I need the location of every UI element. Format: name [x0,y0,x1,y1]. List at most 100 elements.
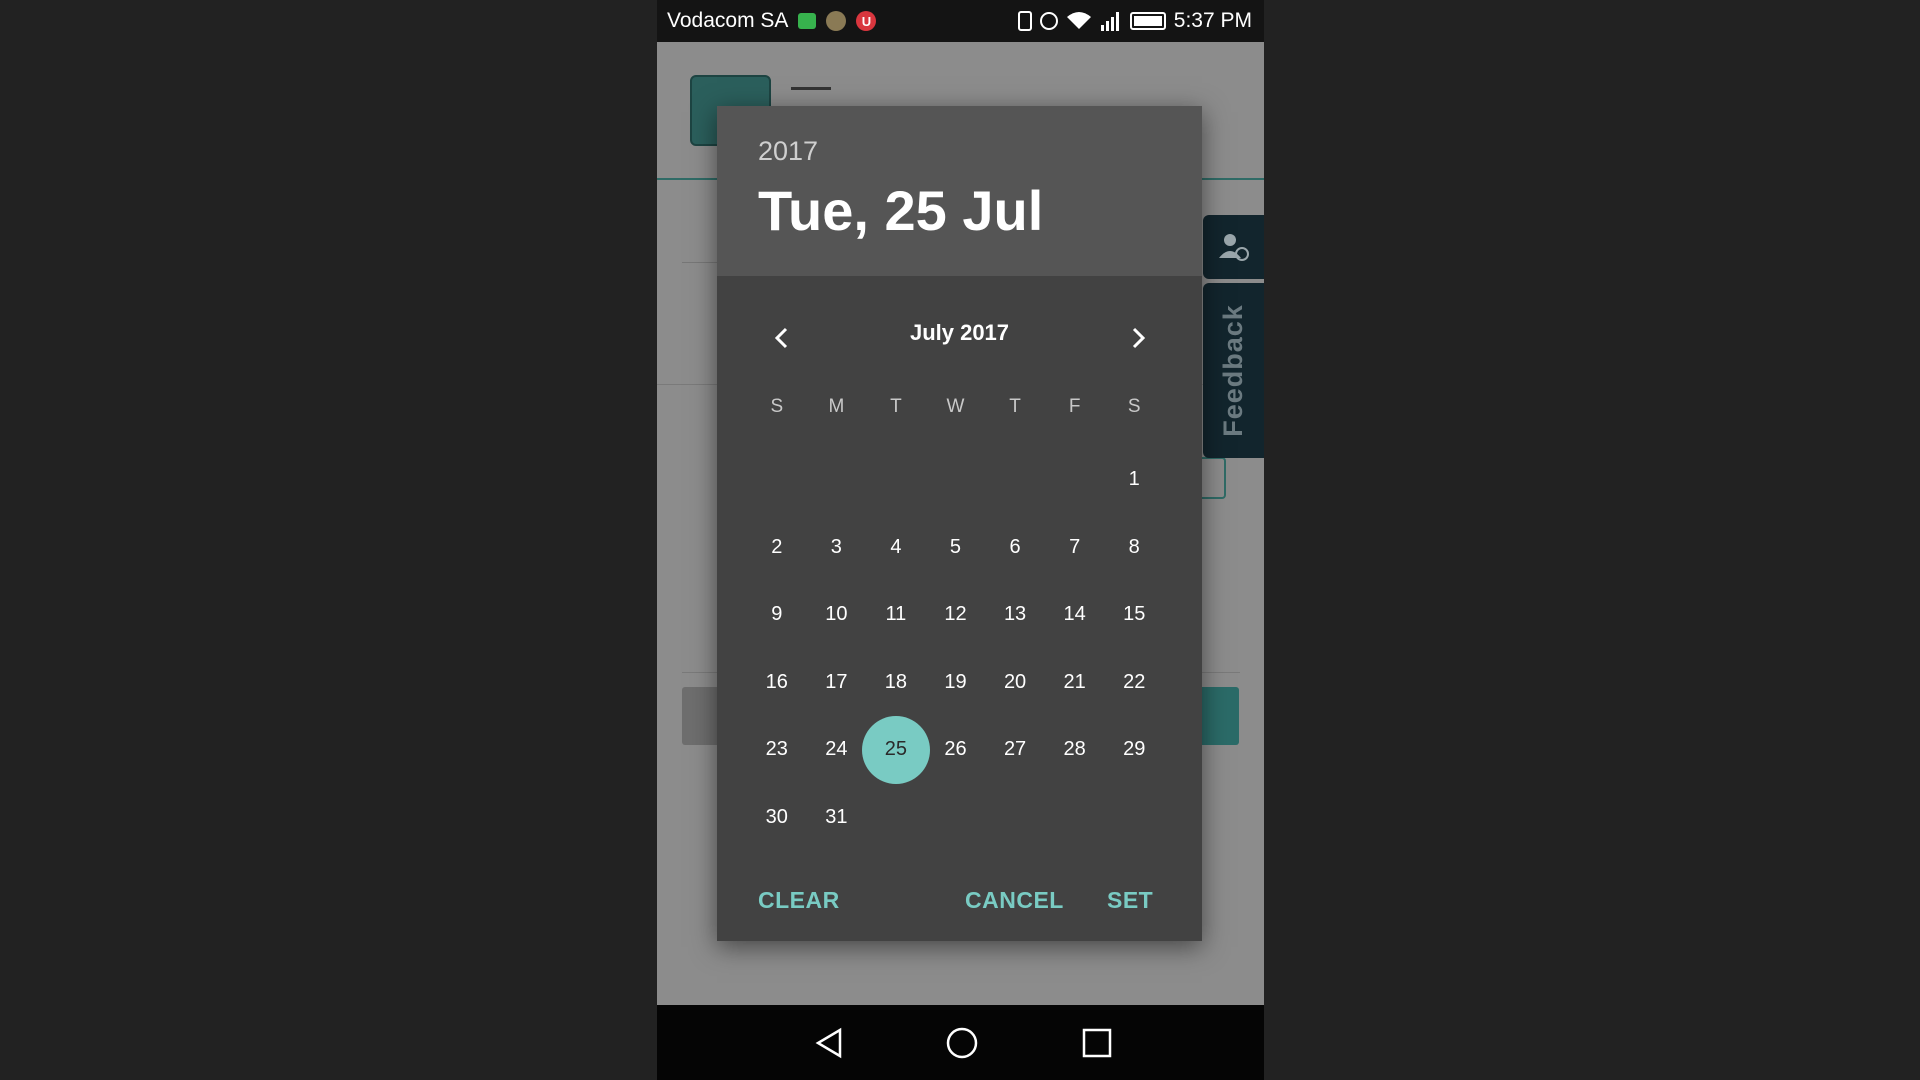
home-button[interactable] [940,1021,984,1065]
calendar-day[interactable]: 23 [747,716,807,784]
status-left: Vodacom SA U [667,0,877,42]
date-picker-dialog: 2017 Tue, 25 Jul July 2017 S M T W T F S… [717,106,1202,941]
calendar-day-empty [985,446,1045,514]
calendar-day[interactable]: 12 [926,581,986,649]
calendar-day-number: 16 [765,670,788,693]
calendar-day-number: 30 [765,805,788,828]
weekday-header: S M T W T F S [747,396,1164,430]
calendar-day-selected[interactable]: 25 [866,716,926,784]
calendar-day[interactable]: 2 [747,514,807,582]
calendar-day[interactable]: 20 [985,649,1045,717]
calendar-day[interactable]: 15 [1104,581,1164,649]
back-triangle-icon [815,1027,842,1059]
weekday-label: S [770,396,784,417]
status-right: 5:37 PM [1017,0,1252,42]
date-picker-header: 2017 Tue, 25 Jul [717,106,1202,276]
calendar-day[interactable]: 3 [807,514,867,582]
status-bar: Vodacom SA U 5:37 PM [657,0,1264,42]
calendar-day-empty [747,446,807,514]
calendar-day-empty [807,446,867,514]
alarm-icon [1039,12,1058,30]
calendar-day-number: 13 [1003,603,1027,626]
calendar-day-number: 20 [1003,670,1027,693]
weekday-label: T [1009,396,1021,417]
feedback-tab[interactable]: Feedback [1203,283,1264,458]
calendar-day-number: 1 [1128,468,1140,491]
set-button[interactable]: SET [1107,876,1153,924]
year-label[interactable]: 2017 [758,136,818,167]
calendar-day[interactable]: 27 [985,716,1045,784]
calendar-day[interactable]: 17 [807,649,867,717]
weekday-label: T [890,396,902,417]
cancel-button[interactable]: CANCEL [965,876,1064,924]
calendar-day[interactable]: 26 [926,716,986,784]
calendar-day-number: 8 [1128,535,1140,558]
calendar-day[interactable]: 4 [866,514,926,582]
back-button[interactable] [807,1021,851,1065]
calendar-day[interactable]: 18 [866,649,926,717]
calendar-day[interactable]: 10 [807,581,867,649]
calendar-day[interactable]: 30 [747,784,807,852]
calendar-day[interactable]: 1 [1104,446,1164,514]
background-button-left [682,687,722,745]
calendar-day[interactable]: 14 [1045,581,1105,649]
calendar-day-number: 19 [944,670,967,693]
calendar-day[interactable]: 24 [807,716,867,784]
weekday-label: S [1127,396,1141,417]
calendar-day-number: 15 [1123,603,1146,626]
calendar-day[interactable]: 16 [747,649,807,717]
user-sync-button[interactable] [1203,215,1264,279]
calendar-day[interactable]: 13 [985,581,1045,649]
calendar-day-number: 22 [1123,670,1146,693]
divider [682,262,722,263]
recents-square-icon [1082,1028,1112,1058]
calendar-day-number: 23 [765,738,788,761]
calendar-days-grid: 1 2 3 4 5 6 7 8 9 10 11 12 13 14 15 16 17 18 19 20 21 22 23 24 2… [747,446,1164,851]
calendar-day[interactable]: 6 [985,514,1045,582]
calendar-day[interactable]: 19 [926,649,986,717]
weekday-label: F [1068,396,1081,417]
calendar-day-number: 7 [1069,535,1081,558]
calendar-day-number: 29 [1123,738,1146,761]
calendar-day[interactable]: 22 [1104,649,1164,717]
wifi-icon [1066,11,1092,31]
calendar-day[interactable]: 9 [747,581,807,649]
calendar-day[interactable]: 8 [1104,514,1164,582]
calendar-day-number: 24 [825,738,848,761]
calendar-day[interactable]: 31 [807,784,867,852]
chat-icon [798,13,817,29]
calendar-day-number: 6 [1009,535,1021,558]
calendar-day[interactable]: 7 [1045,514,1105,582]
dialog-actions: CLEAR CANCEL SET [717,876,1202,924]
calendar-day-number: 10 [825,603,848,626]
clear-button[interactable]: CLEAR [758,876,840,924]
android-nav-bar [657,1005,1264,1080]
calendar-day[interactable]: 5 [926,514,986,582]
calendar-day[interactable]: 21 [1045,649,1105,717]
calendar-day[interactable]: 29 [1104,716,1164,784]
calendar-day-number: 21 [1063,670,1086,693]
calendar-day-empty [1045,446,1105,514]
calendar-day[interactable]: 11 [866,581,926,649]
calendar-day-number: 14 [1063,603,1086,626]
calendar-day-empty [866,446,926,514]
feedback-label: Feedback [1218,304,1248,437]
calendar-day-number: 12 [944,603,967,626]
selected-date-label[interactable]: Tue, 25 Jul [758,178,1043,243]
calendar-day-number: 28 [1063,738,1086,761]
weekday-label: M [828,396,845,417]
recents-button[interactable] [1075,1021,1119,1065]
calendar-day-number: 18 [884,670,908,693]
calendar-day-number: 9 [771,603,783,626]
battery-icon [1129,12,1166,30]
calendar-day-number: 11 [885,603,907,626]
calendar-day-number: 4 [890,535,902,558]
grenade-icon [826,11,847,31]
next-month-button[interactable] [1114,314,1162,362]
calendar-day-number: 26 [944,738,967,761]
background-button-right [1197,687,1239,745]
calendar-day-number: 17 [825,670,848,693]
signal-icon [1100,11,1122,31]
calendar-day[interactable]: 28 [1045,716,1105,784]
calendar-day-number: 5 [949,535,962,558]
